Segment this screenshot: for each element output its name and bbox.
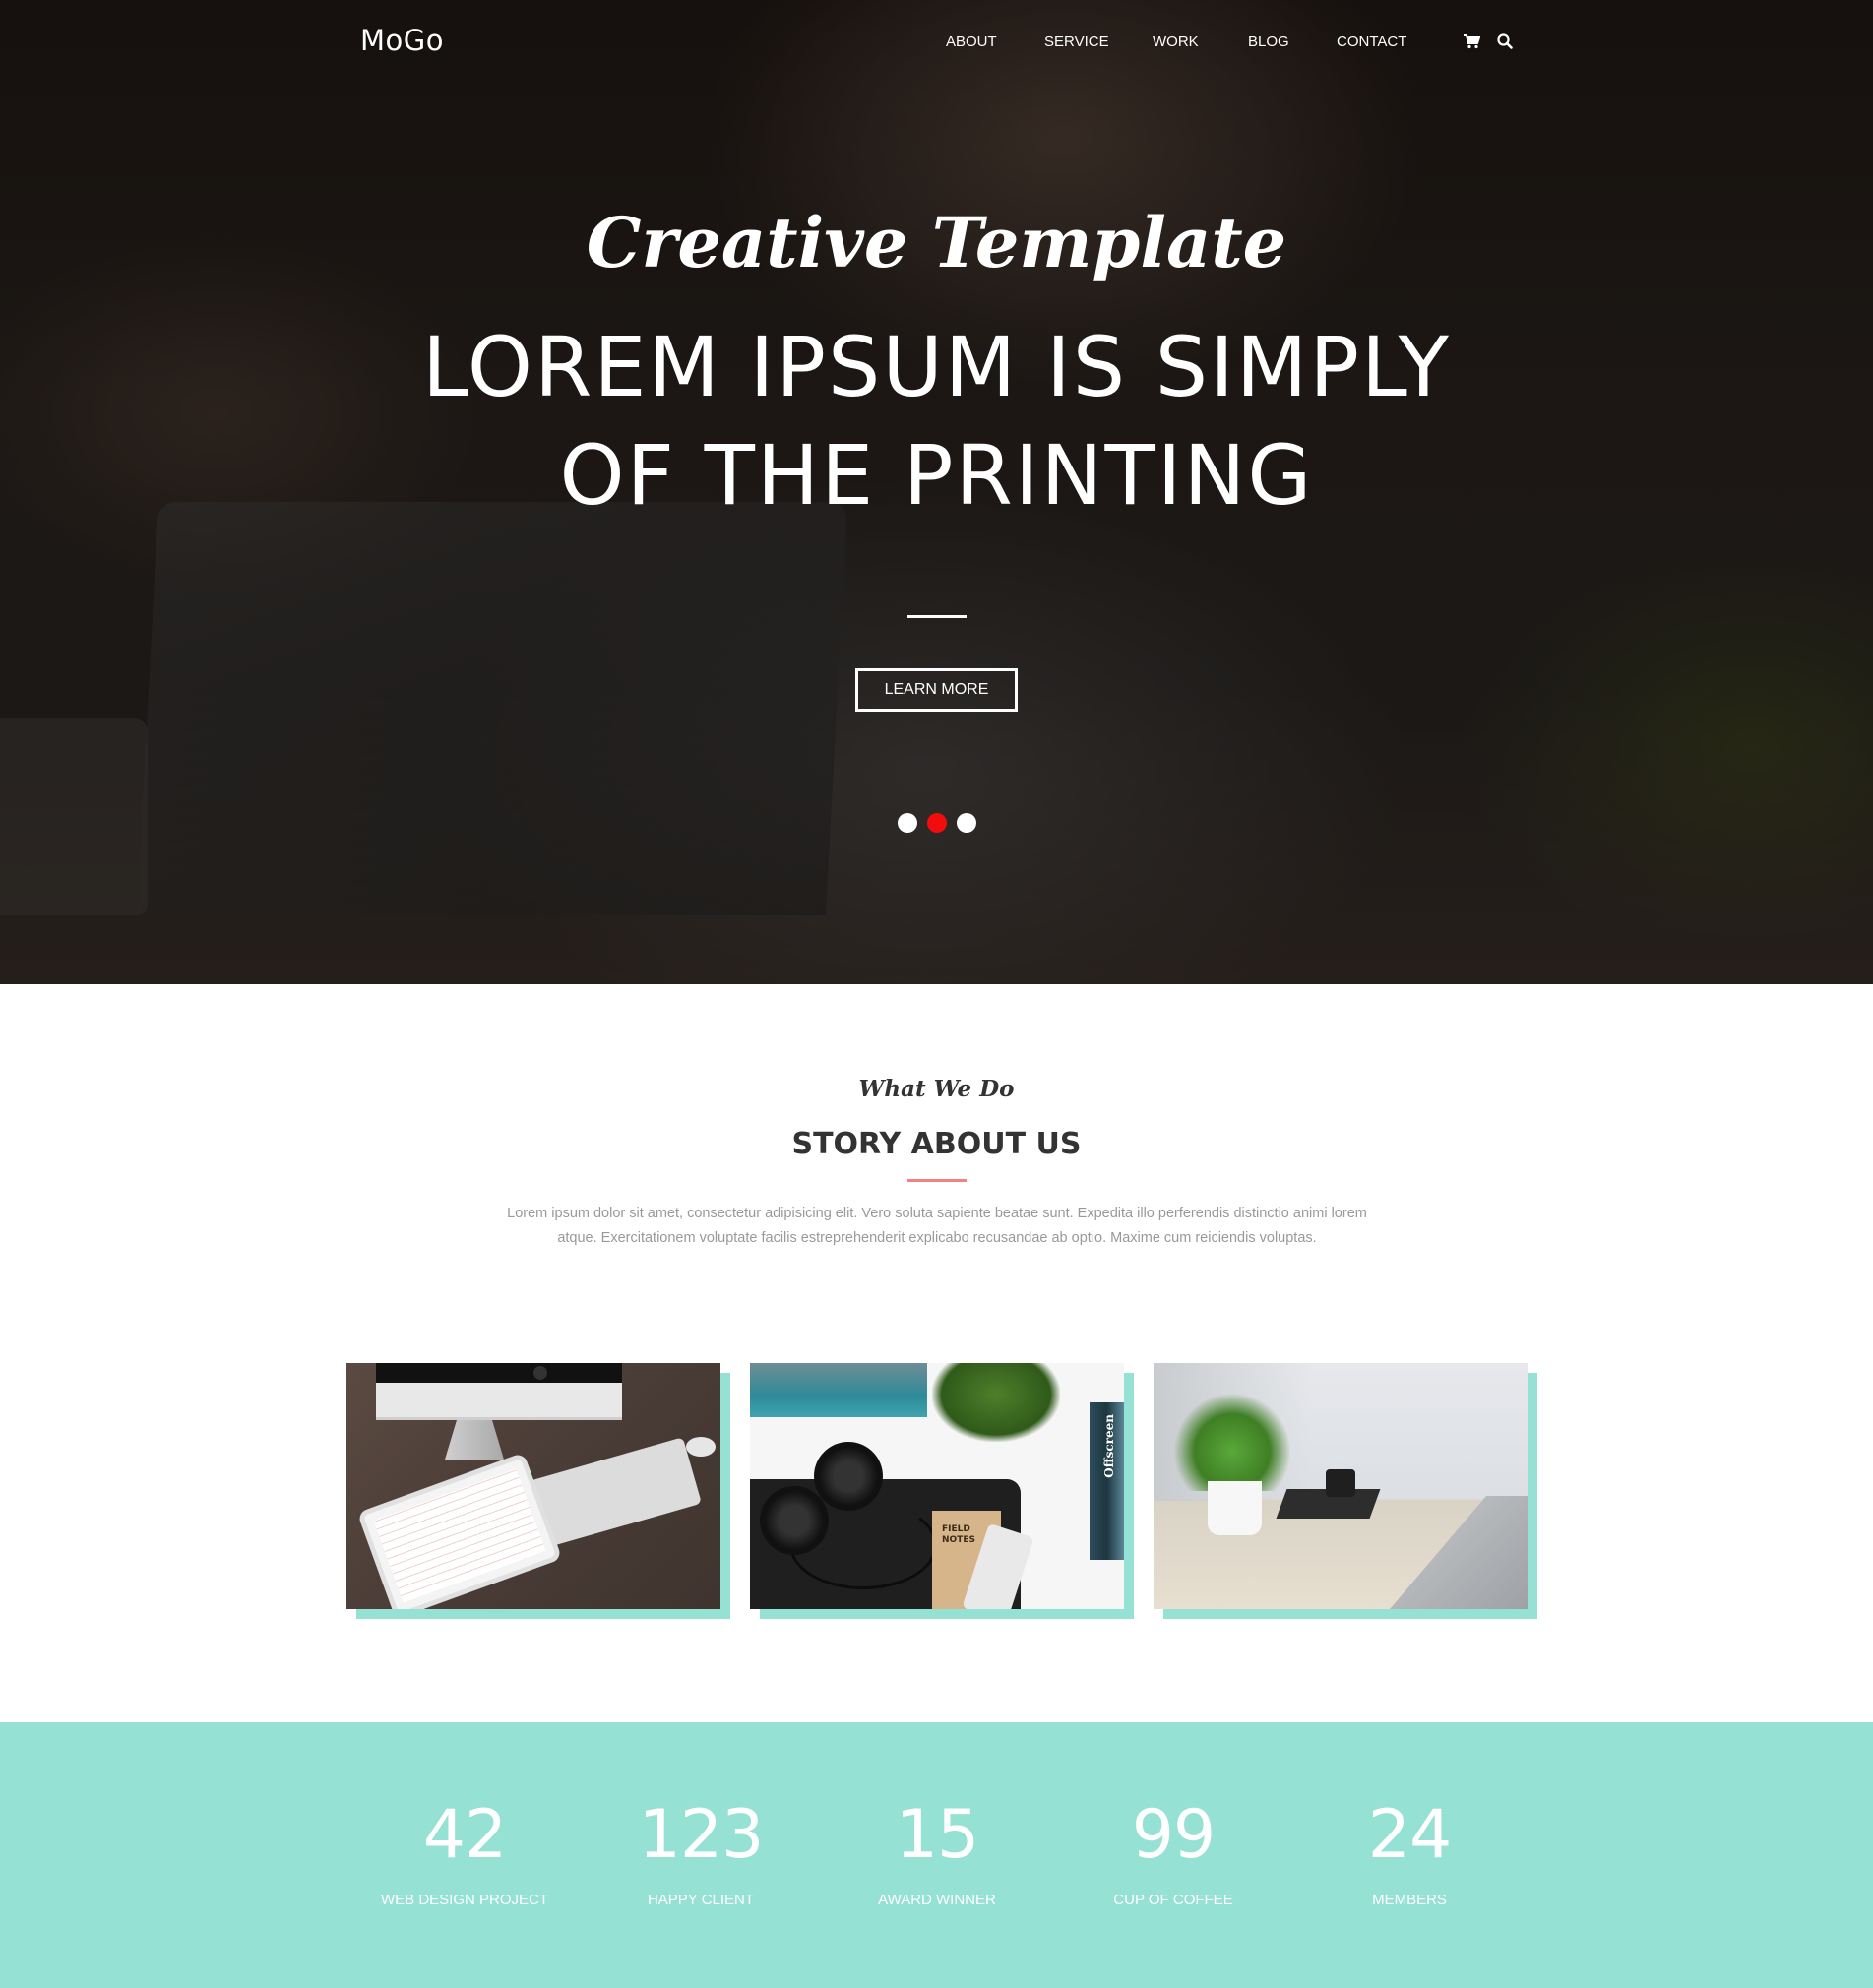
- stat-label: HAPPY CLIENT: [647, 1892, 755, 1908]
- book-spine-label: Offscreen: [1102, 1414, 1116, 1478]
- stat-label: AWARD WINNER: [878, 1892, 996, 1908]
- stat-value: 42: [422, 1796, 508, 1874]
- about-script-title: What We Do: [858, 1076, 1015, 1102]
- hero-script-title: Creative Template: [586, 202, 1287, 283]
- search-icon[interactable]: [1496, 32, 1514, 50]
- about-title: STORY ABOUT US: [791, 1127, 1082, 1161]
- about-divider: [907, 1179, 967, 1182]
- stat-value: 24: [1367, 1796, 1453, 1874]
- nav-service[interactable]: SERVICE: [1044, 33, 1109, 50]
- about-card-3[interactable]: [1154, 1363, 1528, 1609]
- about-description-line-1: Lorem ipsum dolor sit amet, consectetur …: [507, 1206, 1367, 1221]
- desk-headphones-image: FIELD NOTES Offscreen: [750, 1363, 1124, 1609]
- hero-divider: [907, 615, 967, 618]
- slider-dot-2[interactable]: [926, 813, 947, 833]
- slider-dots: [0, 813, 1873, 833]
- about-card-1[interactable]: [346, 1363, 720, 1609]
- about-description-line-2: atque. Exercitationem voluptate facilis …: [557, 1230, 1317, 1246]
- about-card-2[interactable]: FIELD NOTES Offscreen: [750, 1363, 1124, 1609]
- hero-title: LOREM IPSUM IS SIMPLY OF THE PRINTING: [0, 313, 1873, 529]
- cart-icon[interactable]: [1463, 32, 1481, 50]
- apple-logo-icon: [533, 1366, 547, 1380]
- nav-about[interactable]: ABOUT: [946, 33, 997, 50]
- hero-title-line-2: OF THE PRINTING: [559, 427, 1314, 524]
- hero-section: MoGo ABOUT SERVICE WORK BLOG CONTACT Cre…: [0, 0, 1873, 984]
- navbar: MoGo ABOUT SERVICE WORK BLOG CONTACT: [0, 0, 1873, 89]
- slider-dot-3[interactable]: [956, 813, 976, 833]
- stat-value: 99: [1131, 1796, 1217, 1874]
- hero-title-line-1: LOREM IPSUM IS SIMPLY: [422, 319, 1451, 415]
- nav-contact[interactable]: CONTACT: [1337, 33, 1406, 50]
- logo[interactable]: MoGo: [360, 24, 444, 57]
- stats-section: 42 WEB DESIGN PROJECT 123 HAPPY CLIENT 1…: [0, 1722, 1873, 1988]
- stat-label: CUP OF COFFEE: [1113, 1892, 1233, 1908]
- nav-blog[interactable]: BLOG: [1248, 33, 1289, 50]
- desk-imac-ipad-image: [346, 1363, 720, 1609]
- about-description: Lorem ipsum dolor sit amet, consectetur …: [473, 1202, 1401, 1251]
- learn-more-button[interactable]: LEARN MORE: [855, 668, 1018, 712]
- slider-dot-1[interactable]: [897, 813, 917, 833]
- desk-plant-laptop-image: [1154, 1363, 1528, 1609]
- stat-label: MEMBERS: [1372, 1892, 1447, 1908]
- stat-label: WEB DESIGN PROJECT: [380, 1892, 549, 1908]
- nav-work[interactable]: WORK: [1153, 33, 1199, 50]
- stat-value: 123: [638, 1796, 765, 1874]
- stat-value: 15: [895, 1796, 980, 1874]
